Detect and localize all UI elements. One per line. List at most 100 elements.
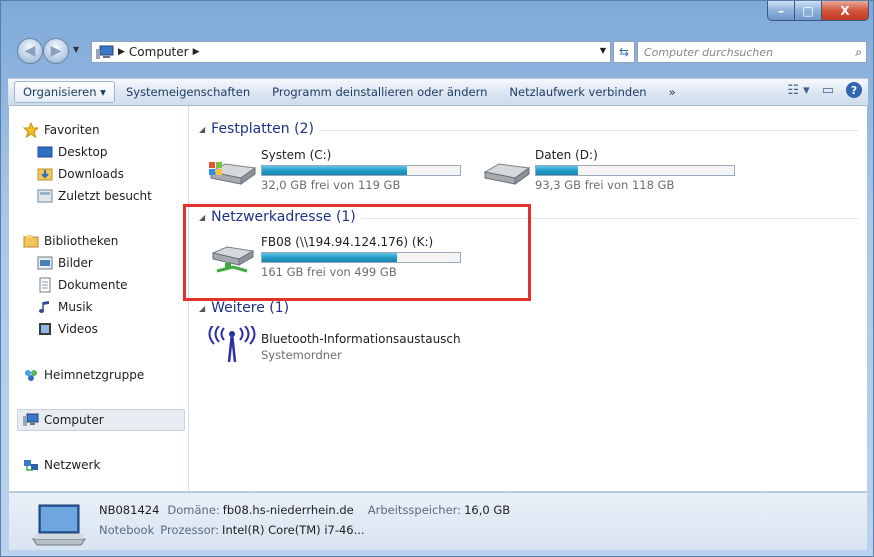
annotation-highlight-box xyxy=(183,204,531,301)
collapse-triangle-icon[interactable]: ◢ xyxy=(199,125,205,134)
address-bar[interactable]: ▶ Computer ▶ ▼ xyxy=(91,41,611,63)
search-icon[interactable]: ⌕ xyxy=(855,45,862,60)
nav-label: Heimnetzgruppe xyxy=(44,368,145,382)
computer-name: NB081424 xyxy=(99,503,160,517)
preview-pane-icon[interactable]: ▭ xyxy=(822,83,834,98)
downloads-folder-icon xyxy=(37,166,53,182)
details-row-2: Notebook Prozessor: Intel(R) Core(TM) i7… xyxy=(99,523,365,537)
explorer-window: – □ X ◀ ▶ ▼ ▶ Computer ▶ ▼ ⇆ Computer du… xyxy=(0,0,874,557)
bluetooth-item[interactable]: Bluetooth-Informationsaustausch Systemor… xyxy=(201,326,471,374)
command-bar: Organisieren ▾ Systemeigenschaften Progr… xyxy=(8,78,868,106)
back-button[interactable]: ◀ xyxy=(17,38,43,64)
nav-label: Netzwerk xyxy=(44,458,101,472)
domain-label: Domäne: xyxy=(167,503,220,517)
uninstall-program-button[interactable]: Programm deinstallieren oder ändern xyxy=(261,79,498,105)
group-divider xyxy=(319,130,859,131)
caption-buttons: – □ X xyxy=(767,1,869,23)
refresh-button[interactable]: ⇆ xyxy=(613,41,635,63)
nav-recent[interactable]: Zuletzt besucht xyxy=(37,186,152,206)
maximize-button[interactable]: □ xyxy=(795,1,822,21)
nav-desktop[interactable]: Desktop xyxy=(37,142,108,162)
nav-libraries[interactable]: Bibliotheken xyxy=(23,231,118,251)
memory-label: Arbeitsspeicher: xyxy=(367,503,462,517)
nav-label: Zuletzt besucht xyxy=(58,189,152,203)
desktop-icon xyxy=(37,144,53,160)
forward-arrow-icon: ▶ xyxy=(50,43,62,59)
drive-free-space: 93,3 GB frei von 118 GB xyxy=(535,178,675,192)
nav-network[interactable]: Netzwerk xyxy=(23,455,100,475)
view-options-icon[interactable]: ☷ ▾ xyxy=(787,83,809,98)
address-dropdown-icon[interactable]: ▼ xyxy=(600,46,606,55)
nav-videos[interactable]: Videos xyxy=(37,319,98,339)
navigation-pane: Favoriten Desktop Downloads Zuletzt besu… xyxy=(9,106,189,491)
bluetooth-antenna-icon xyxy=(208,326,256,362)
memory-value: 16,0 GB xyxy=(464,503,511,517)
back-arrow-icon: ◀ xyxy=(24,43,36,59)
nav-homegroup[interactable]: Heimnetzgruppe xyxy=(23,365,144,385)
nav-label: Dokumente xyxy=(58,278,128,292)
documents-icon xyxy=(37,277,53,293)
breadcrumb-separator-icon: ▶ xyxy=(118,47,125,57)
drive-name: Daten (D:) xyxy=(535,148,598,162)
details-pane: NB081424 Domäne: fb08.hs-niederrhein.de … xyxy=(9,492,867,550)
homegroup-icon xyxy=(23,367,39,383)
drive-item-d[interactable]: Daten (D:) 93,3 GB frei von 118 GB xyxy=(475,148,745,196)
recent-places-icon xyxy=(37,188,53,204)
drive-item-c[interactable]: System (C:) 32,0 GB frei von 119 GB xyxy=(201,148,471,196)
libraries-icon xyxy=(23,233,39,249)
drive-usage-fill xyxy=(262,166,407,175)
search-placeholder: Computer durchsuchen xyxy=(644,45,774,59)
nav-label: Musik xyxy=(58,300,93,314)
search-input[interactable]: Computer durchsuchen ⌕ xyxy=(637,41,867,63)
nav-label: Downloads xyxy=(58,167,124,181)
network-icon xyxy=(23,457,39,473)
item-name: Bluetooth-Informationsaustausch xyxy=(261,332,461,346)
drive-free-space: 32,0 GB frei von 119 GB xyxy=(261,178,401,192)
nav-label: Bilder xyxy=(58,256,93,270)
music-icon xyxy=(37,299,53,315)
nav-label: Videos xyxy=(58,322,98,336)
nav-pictures[interactable]: Bilder xyxy=(37,253,93,273)
view-controls: ☷ ▾ ▭ ? xyxy=(787,82,862,98)
videos-icon xyxy=(37,321,53,337)
breadcrumb-computer[interactable]: Computer xyxy=(129,45,189,59)
drive-usage-fill xyxy=(536,166,578,175)
map-network-drive-button[interactable]: Netzlaufwerk verbinden xyxy=(498,79,657,105)
group-header-other[interactable]: ◢ Weitere (1) xyxy=(199,298,289,318)
hard-drive-icon xyxy=(483,163,531,185)
group-title: Festplatten (2) xyxy=(211,121,314,137)
nav-favorites[interactable]: Favoriten xyxy=(22,120,100,140)
star-icon xyxy=(22,121,40,139)
more-commands-button[interactable]: » xyxy=(658,79,687,105)
drive-usage-bar xyxy=(261,165,461,176)
computer-icon xyxy=(96,45,114,59)
history-dropdown-icon[interactable]: ▼ xyxy=(73,45,79,54)
group-title: Weitere (1) xyxy=(211,300,290,316)
drive-usage-bar xyxy=(535,165,735,176)
forward-button[interactable]: ▶ xyxy=(43,38,69,64)
collapse-triangle-icon[interactable]: ◢ xyxy=(199,304,205,313)
domain-value: fb08.hs-niederrhein.de xyxy=(222,503,354,517)
refresh-icon: ⇆ xyxy=(618,45,630,59)
nav-computer[interactable]: Computer xyxy=(23,410,104,430)
help-icon[interactable]: ? xyxy=(846,82,862,98)
pictures-icon xyxy=(37,255,53,271)
address-row: ◀ ▶ ▼ ▶ Computer ▶ ▼ ⇆ Computer durchsuc… xyxy=(9,37,867,65)
nav-label: Computer xyxy=(44,413,104,427)
nav-music[interactable]: Musik xyxy=(37,297,93,317)
notebook-computer-icon xyxy=(32,504,86,546)
drive-name: System (C:) xyxy=(261,148,332,162)
close-button[interactable]: X xyxy=(822,1,869,21)
breadcrumb-separator-icon[interactable]: ▶ xyxy=(193,47,200,57)
nav-downloads[interactable]: Downloads xyxy=(37,164,124,184)
minimize-button[interactable]: – xyxy=(767,1,795,21)
cpu-label: Prozessor: xyxy=(160,523,220,537)
system-properties-button[interactable]: Systemeigenschaften xyxy=(115,79,261,105)
organize-button[interactable]: Organisieren ▾ xyxy=(14,81,115,103)
nav-documents[interactable]: Dokumente xyxy=(37,275,128,295)
group-header-hard-drives[interactable]: ◢ Festplatten (2) xyxy=(199,119,314,139)
cpu-value: Intel(R) Core(TM) i7-46... xyxy=(222,523,365,537)
nav-label: Favoriten xyxy=(44,123,100,137)
computer-icon xyxy=(23,412,39,428)
computer-type: Notebook xyxy=(99,523,155,537)
